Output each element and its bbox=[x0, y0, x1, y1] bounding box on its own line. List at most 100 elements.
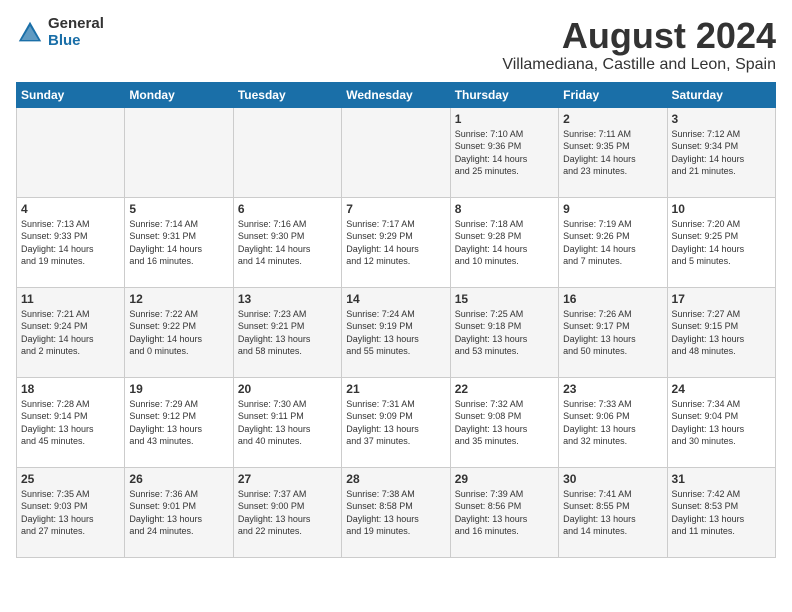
calendar-cell: 11 Sunrise: 7:21 AM Sunset: 9:24 PM Dayli… bbox=[17, 287, 125, 377]
calendar-week-2: 4 Sunrise: 7:13 AM Sunset: 9:33 PM Daylig… bbox=[17, 197, 776, 287]
calendar-cell: 23 Sunrise: 7:33 AM Sunset: 9:06 PM Dayli… bbox=[559, 377, 667, 467]
day-info: Sunrise: 7:12 AM Sunset: 9:34 PM Dayligh… bbox=[672, 128, 771, 178]
day-info: Sunrise: 7:41 AM Sunset: 8:55 PM Dayligh… bbox=[563, 488, 662, 538]
day-number: 8 bbox=[455, 202, 554, 216]
day-number: 14 bbox=[346, 292, 445, 306]
day-info: Sunrise: 7:39 AM Sunset: 8:56 PM Dayligh… bbox=[455, 488, 554, 538]
day-info: Sunrise: 7:18 AM Sunset: 9:28 PM Dayligh… bbox=[455, 218, 554, 268]
day-info: Sunrise: 7:19 AM Sunset: 9:26 PM Dayligh… bbox=[563, 218, 662, 268]
calendar-cell: 14 Sunrise: 7:24 AM Sunset: 9:19 PM Dayli… bbox=[342, 287, 450, 377]
calendar-cell: 7Sunrise: 7:17 AM Sunset: 9:29 PM Daylig… bbox=[342, 197, 450, 287]
calendar-week-3: 11 Sunrise: 7:21 AM Sunset: 9:24 PM Dayli… bbox=[17, 287, 776, 377]
day-info: Sunrise: 7:31 AM Sunset: 9:09 PM Dayligh… bbox=[346, 398, 445, 448]
day-info: Sunrise: 7:37 AM Sunset: 9:00 PM Dayligh… bbox=[238, 488, 337, 538]
day-number: 15 bbox=[455, 292, 554, 306]
day-number: 24 bbox=[672, 382, 771, 396]
day-info: Sunrise: 7:34 AM Sunset: 9:04 PM Dayligh… bbox=[672, 398, 771, 448]
calendar-week-4: 18Sunrise: 7:28 AM Sunset: 9:14 PM Dayli… bbox=[17, 377, 776, 467]
day-number: 17 bbox=[672, 292, 771, 306]
calendar-cell: 6 Sunrise: 7:16 AM Sunset: 9:30 PM Daylig… bbox=[233, 197, 341, 287]
calendar-cell: 17 Sunrise: 7:27 AM Sunset: 9:15 PM Dayli… bbox=[667, 287, 775, 377]
month-year-title: August 2024 bbox=[502, 16, 776, 56]
calendar-cell: 15 Sunrise: 7:25 AM Sunset: 9:18 PM Dayli… bbox=[450, 287, 558, 377]
day-info: Sunrise: 7:38 AM Sunset: 8:58 PM Dayligh… bbox=[346, 488, 445, 538]
header-cell-friday: Friday bbox=[559, 82, 667, 107]
day-info: Sunrise: 7:25 AM Sunset: 9:18 PM Dayligh… bbox=[455, 308, 554, 358]
header-row: SundayMondayTuesdayWednesdayThursdayFrid… bbox=[17, 82, 776, 107]
calendar-cell: 3 Sunrise: 7:12 AM Sunset: 9:34 PM Daylig… bbox=[667, 107, 775, 197]
day-number: 28 bbox=[346, 472, 445, 486]
title-block: August 2024 Villamediana, Castille and L… bbox=[502, 16, 776, 74]
day-number: 9 bbox=[563, 202, 662, 216]
day-info: Sunrise: 7:33 AM Sunset: 9:06 PM Dayligh… bbox=[563, 398, 662, 448]
calendar-cell: 8 Sunrise: 7:18 AM Sunset: 9:28 PM Daylig… bbox=[450, 197, 558, 287]
calendar-cell: 31Sunrise: 7:42 AM Sunset: 8:53 PM Dayli… bbox=[667, 467, 775, 557]
day-info: Sunrise: 7:23 AM Sunset: 9:21 PM Dayligh… bbox=[238, 308, 337, 358]
day-number: 3 bbox=[672, 112, 771, 126]
logo-icon bbox=[16, 19, 44, 47]
day-info: Sunrise: 7:29 AM Sunset: 9:12 PM Dayligh… bbox=[129, 398, 228, 448]
day-info: Sunrise: 7:24 AM Sunset: 9:19 PM Dayligh… bbox=[346, 308, 445, 358]
header-cell-tuesday: Tuesday bbox=[233, 82, 341, 107]
calendar-cell: 21Sunrise: 7:31 AM Sunset: 9:09 PM Dayli… bbox=[342, 377, 450, 467]
day-number: 10 bbox=[672, 202, 771, 216]
calendar-cell bbox=[17, 107, 125, 197]
calendar-table: SundayMondayTuesdayWednesdayThursdayFrid… bbox=[16, 82, 776, 558]
calendar-cell: 25Sunrise: 7:35 AM Sunset: 9:03 PM Dayli… bbox=[17, 467, 125, 557]
calendar-cell: 27 Sunrise: 7:37 AM Sunset: 9:00 PM Dayli… bbox=[233, 467, 341, 557]
day-info: Sunrise: 7:32 AM Sunset: 9:08 PM Dayligh… bbox=[455, 398, 554, 448]
day-number: 19 bbox=[129, 382, 228, 396]
day-info: Sunrise: 7:16 AM Sunset: 9:30 PM Dayligh… bbox=[238, 218, 337, 268]
day-number: 13 bbox=[238, 292, 337, 306]
calendar-cell: 18Sunrise: 7:28 AM Sunset: 9:14 PM Dayli… bbox=[17, 377, 125, 467]
calendar-header: SundayMondayTuesdayWednesdayThursdayFrid… bbox=[17, 82, 776, 107]
day-info: Sunrise: 7:10 AM Sunset: 9:36 PM Dayligh… bbox=[455, 128, 554, 178]
day-info: Sunrise: 7:27 AM Sunset: 9:15 PM Dayligh… bbox=[672, 308, 771, 358]
day-number: 5 bbox=[129, 202, 228, 216]
calendar-week-5: 25Sunrise: 7:35 AM Sunset: 9:03 PM Dayli… bbox=[17, 467, 776, 557]
calendar-cell bbox=[233, 107, 341, 197]
day-number: 16 bbox=[563, 292, 662, 306]
calendar-cell: 28 Sunrise: 7:38 AM Sunset: 8:58 PM Dayli… bbox=[342, 467, 450, 557]
day-number: 25 bbox=[21, 472, 120, 486]
calendar-cell: 30 Sunrise: 7:41 AM Sunset: 8:55 PM Dayli… bbox=[559, 467, 667, 557]
header-cell-wednesday: Wednesday bbox=[342, 82, 450, 107]
calendar-cell bbox=[125, 107, 233, 197]
day-info: Sunrise: 7:13 AM Sunset: 9:33 PM Dayligh… bbox=[21, 218, 120, 268]
day-number: 1 bbox=[455, 112, 554, 126]
day-number: 12 bbox=[129, 292, 228, 306]
calendar-cell: 5 Sunrise: 7:14 AM Sunset: 9:31 PM Daylig… bbox=[125, 197, 233, 287]
day-number: 23 bbox=[563, 382, 662, 396]
day-info: Sunrise: 7:36 AM Sunset: 9:01 PM Dayligh… bbox=[129, 488, 228, 538]
day-number: 20 bbox=[238, 382, 337, 396]
day-info: Sunrise: 7:20 AM Sunset: 9:25 PM Dayligh… bbox=[672, 218, 771, 268]
day-number: 30 bbox=[563, 472, 662, 486]
day-number: 6 bbox=[238, 202, 337, 216]
page-header: General Blue August 2024 Villamediana, C… bbox=[16, 16, 776, 74]
day-number: 7 bbox=[346, 202, 445, 216]
logo: General Blue bbox=[16, 16, 104, 49]
day-info: Sunrise: 7:21 AM Sunset: 9:24 PM Dayligh… bbox=[21, 308, 120, 358]
calendar-body: 1 Sunrise: 7:10 AM Sunset: 9:36 PM Daylig… bbox=[17, 107, 776, 557]
day-number: 18 bbox=[21, 382, 120, 396]
calendar-cell: 24 Sunrise: 7:34 AM Sunset: 9:04 PM Dayli… bbox=[667, 377, 775, 467]
day-info: Sunrise: 7:42 AM Sunset: 8:53 PM Dayligh… bbox=[672, 488, 771, 538]
calendar-cell bbox=[342, 107, 450, 197]
calendar-cell: 10 Sunrise: 7:20 AM Sunset: 9:25 PM Dayli… bbox=[667, 197, 775, 287]
calendar-cell: 26 Sunrise: 7:36 AM Sunset: 9:01 PM Dayli… bbox=[125, 467, 233, 557]
day-info: Sunrise: 7:14 AM Sunset: 9:31 PM Dayligh… bbox=[129, 218, 228, 268]
day-number: 11 bbox=[21, 292, 120, 306]
calendar-cell: 16Sunrise: 7:26 AM Sunset: 9:17 PM Dayli… bbox=[559, 287, 667, 377]
calendar-cell: 13 Sunrise: 7:23 AM Sunset: 9:21 PM Dayli… bbox=[233, 287, 341, 377]
day-number: 26 bbox=[129, 472, 228, 486]
calendar-week-1: 1 Sunrise: 7:10 AM Sunset: 9:36 PM Daylig… bbox=[17, 107, 776, 197]
calendar-cell: 1 Sunrise: 7:10 AM Sunset: 9:36 PM Daylig… bbox=[450, 107, 558, 197]
day-number: 22 bbox=[455, 382, 554, 396]
calendar-cell: 20Sunrise: 7:30 AM Sunset: 9:11 PM Dayli… bbox=[233, 377, 341, 467]
day-number: 29 bbox=[455, 472, 554, 486]
header-cell-monday: Monday bbox=[125, 82, 233, 107]
day-number: 27 bbox=[238, 472, 337, 486]
header-cell-thursday: Thursday bbox=[450, 82, 558, 107]
day-number: 4 bbox=[21, 202, 120, 216]
logo-blue: Blue bbox=[48, 33, 104, 50]
